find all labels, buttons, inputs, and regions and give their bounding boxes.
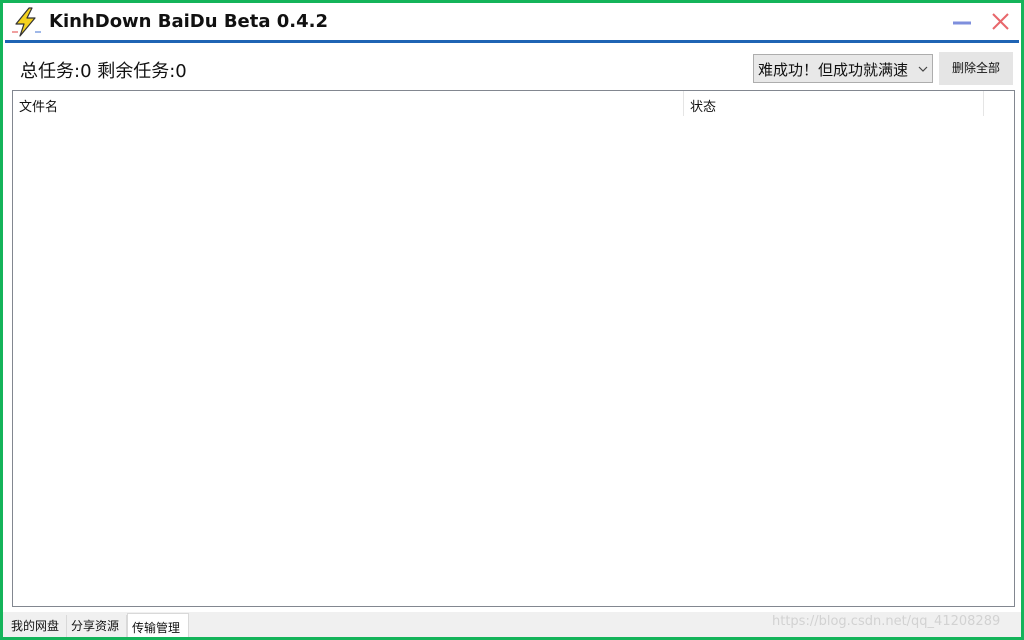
title-separator: [5, 40, 1019, 43]
close-button[interactable]: [987, 7, 1017, 37]
column-header-filename[interactable]: 文件名: [13, 91, 684, 116]
tab-shared-resources[interactable]: 分享资源: [67, 615, 127, 637]
download-mode-value: 难成功！但成功就满速: [758, 61, 909, 79]
window-title: KinhDown BaiDu Beta 0.4.2: [49, 11, 329, 32]
column-header-status[interactable]: 状态: [684, 91, 984, 116]
tab-transfer-management[interactable]: 传输管理: [127, 613, 189, 637]
close-icon: [992, 13, 1009, 30]
download-mode-select[interactable]: 难成功！但成功就满速: [753, 54, 933, 83]
watermark: https://blog.csdn.net/qq_41208289: [772, 614, 1001, 629]
delete-all-button[interactable]: 删除全部: [939, 52, 1013, 85]
minimize-icon: [953, 21, 971, 25]
minimize-button[interactable]: [947, 7, 977, 37]
tab-my-disk[interactable]: 我的网盘: [7, 615, 67, 637]
task-summary: 总任务:0 剩余任务:0: [20, 61, 187, 82]
list-header: 文件名 状态: [13, 91, 1014, 116]
app-window: KinhDown BaiDu Beta 0.4.2 总任务:0 剩余任务:0 难…: [0, 0, 1024, 640]
chevron-down-icon: [918, 66, 928, 72]
transfer-list[interactable]: 文件名 状态: [12, 90, 1015, 607]
title-bar[interactable]: KinhDown BaiDu Beta 0.4.2: [3, 3, 1021, 41]
list-body[interactable]: [13, 116, 1014, 606]
lightning-bolt-icon: [12, 7, 41, 37]
